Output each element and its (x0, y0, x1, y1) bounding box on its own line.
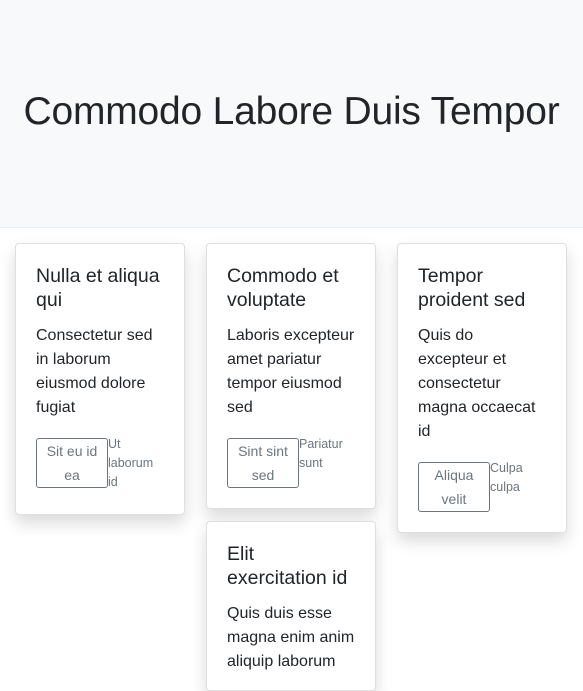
card-actions: Sint sint sed Pariatur sunt (227, 435, 355, 488)
hero-banner: Commodo Labore Duis Tempor (0, 0, 583, 228)
card-title: Elit exercitation id (227, 543, 348, 589)
card-link[interactable]: Culpa culpa (490, 459, 542, 497)
card-button[interactable]: Sint sint sed (227, 438, 299, 488)
card-actions: Sit eu id ea Ut laborum id (36, 435, 164, 492)
card: Elit exercitation id Quis duis esse magn… (206, 521, 376, 691)
card-link[interactable]: Ut laborum id (108, 435, 160, 492)
card-button[interactable]: Aliqua velit (418, 462, 490, 512)
card-text: Laboris excepteur amet pariatur tempor e… (227, 327, 355, 416)
card: Nulla et aliqua qui Consectetur sed in l… (15, 243, 185, 515)
card-text: Consectetur sed in laborum eiusmod dolor… (36, 327, 153, 416)
card: Tempor proident sed Quis do excepteur et… (397, 243, 567, 533)
card-text: Quis duis esse magna enim anim aliquip l… (227, 605, 355, 670)
card-title: Commodo et voluptate (227, 265, 339, 311)
card-title: Nulla et aliqua qui (36, 265, 160, 311)
card-text: Quis do excepteur et consectetur magna o… (418, 327, 536, 440)
card-title: Tempor proident sed (418, 265, 526, 311)
card-link[interactable]: Pariatur sunt (299, 435, 351, 473)
page-title: Commodo Labore Duis Tempor (23, 90, 560, 133)
card-button[interactable]: Sit eu id ea (36, 438, 108, 488)
card-actions: Aliqua velit Culpa culpa (418, 459, 546, 512)
card: Commodo et voluptate Laboris excepteur a… (206, 243, 376, 509)
